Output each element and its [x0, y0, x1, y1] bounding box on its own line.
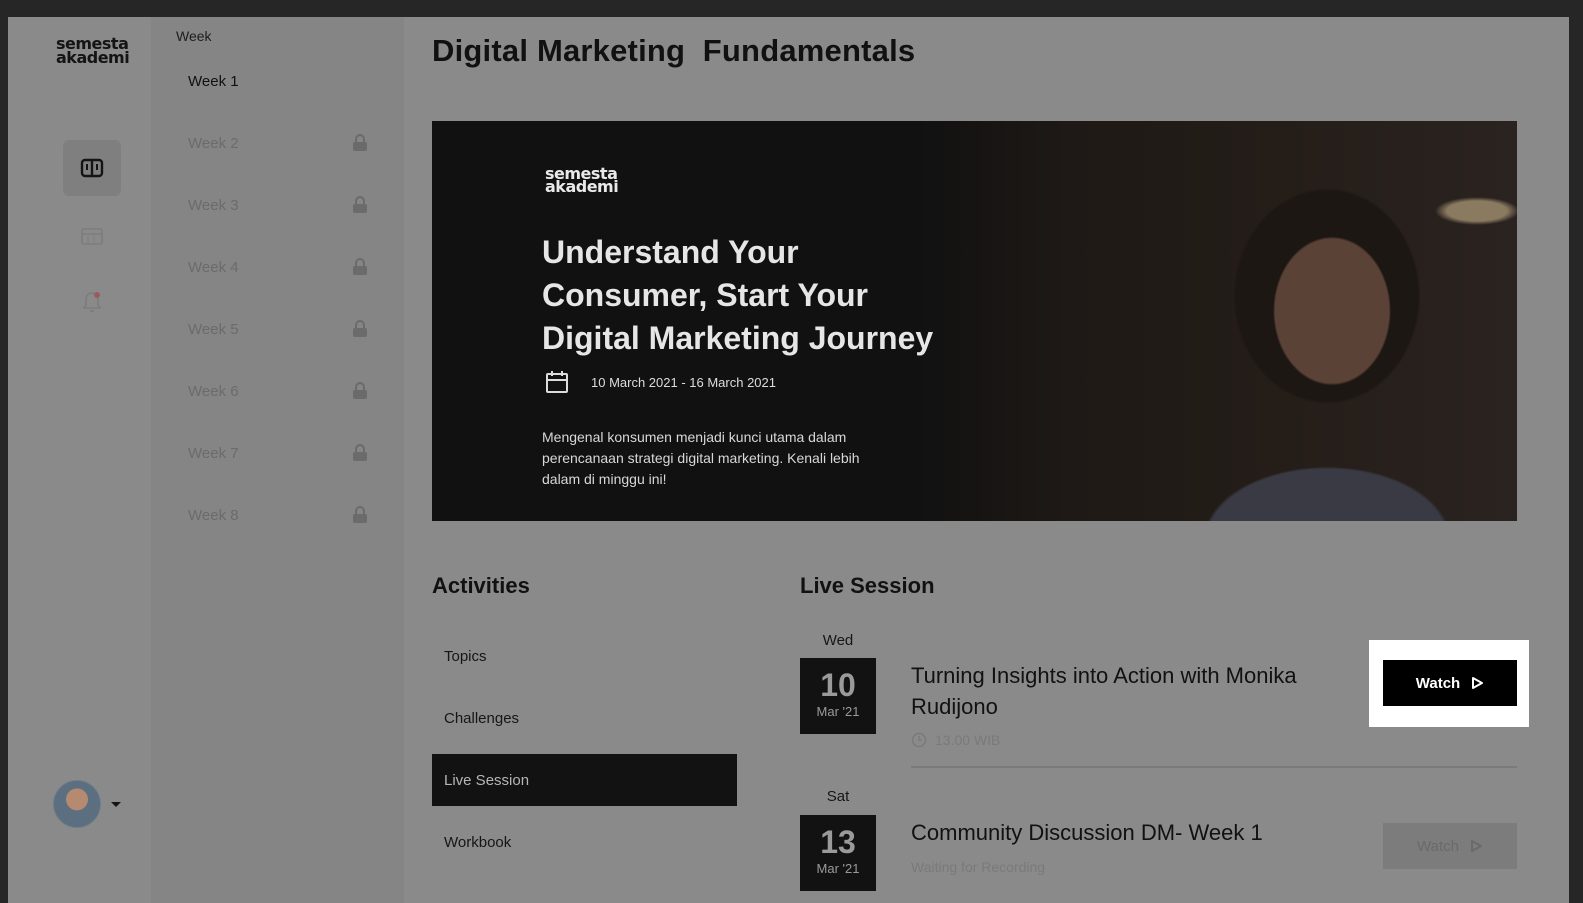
week-item-2[interactable]: Week 2 [188, 131, 368, 155]
watch-button-label: Watch [1415, 674, 1461, 692]
book-icon [80, 158, 104, 178]
week-panel: Week Week 1 Week 2 Week 3 Week 4 Week 5 … [151, 17, 404, 903]
session-weekday: Sat [826, 788, 850, 805]
session-status: Waiting for Recording [911, 859, 1045, 875]
activity-workbook[interactable]: Workbook [432, 816, 737, 868]
play-icon [1470, 840, 1482, 852]
activities-heading: Activities [432, 573, 530, 598]
session-time: 13.00 WIB [911, 732, 1000, 748]
lock-icon [353, 134, 367, 151]
week-item-8[interactable]: Week 8 [188, 503, 368, 527]
lock-icon [353, 196, 367, 213]
week-label: Week 4 [188, 258, 239, 276]
watch-button[interactable]: Watch [1383, 660, 1517, 706]
session-month: Mar '21 [816, 861, 860, 876]
session-time-text: 13.00 WIB [935, 732, 1001, 748]
session-date-box: 10 Mar '21 [800, 658, 876, 734]
session-title: Community Discussion DM- Week 1 [911, 820, 1263, 845]
session-title: Turning Insights into Action with Monika… [911, 663, 1297, 719]
hero-banner: semesta akademi Understand Your Consumer… [432, 121, 1517, 521]
chevron-down-icon [111, 801, 121, 807]
week-label: Week 3 [188, 196, 239, 214]
courses-nav-button[interactable] [63, 140, 121, 196]
banner-logo-line-2: akademi [545, 177, 619, 196]
session-divider [911, 766, 1517, 768]
week-item-3[interactable]: Week 3 [188, 193, 368, 217]
week-panel-title: Week [176, 28, 212, 44]
account-menu[interactable] [53, 780, 121, 828]
logo-line-2: akademi [56, 48, 130, 67]
notifications-nav-button[interactable] [63, 273, 121, 329]
banner-headline: Understand Your Consumer, Start Your Dig… [542, 234, 934, 356]
play-icon [1472, 677, 1484, 689]
calendar-icon [546, 371, 568, 393]
calendar-icon [81, 228, 103, 245]
session-month: Mar '21 [816, 704, 860, 719]
week-item-7[interactable]: Week 7 [188, 441, 368, 465]
app-window: semesta akademi Week Week 1 Week 2 Week … [8, 17, 1569, 903]
lock-icon [353, 258, 367, 275]
banner-logo: semesta akademi [545, 166, 619, 196]
week-label: Week 2 [188, 134, 239, 152]
lock-icon [353, 444, 367, 461]
activity-challenges[interactable]: Challenges [432, 692, 737, 744]
activity-live-session[interactable]: Live Session [432, 754, 737, 806]
watch-button-disabled[interactable]: Watch [1383, 823, 1517, 869]
avatar [53, 780, 101, 828]
lock-icon [353, 320, 367, 337]
week-item-6[interactable]: Week 6 [188, 379, 368, 403]
lock-icon [353, 382, 367, 399]
week-label: Week 5 [188, 320, 239, 338]
clock-icon [911, 732, 927, 748]
week-label: Week 1 [188, 72, 239, 90]
activity-topics[interactable]: Topics [432, 630, 737, 682]
session-status-text: Waiting for Recording [911, 859, 1046, 875]
session-day: 13 [820, 824, 856, 860]
week-item-4[interactable]: Week 4 [188, 255, 368, 279]
session-weekday: Wed [822, 632, 854, 649]
banner-date-range: 10 March 2021 - 16 March 2021 [591, 374, 776, 390]
week-label: Week 7 [188, 444, 239, 462]
lock-icon [353, 506, 367, 523]
calendar-nav-button[interactable] [63, 208, 121, 264]
icon-rail: semesta akademi [8, 17, 151, 903]
week-label: Week 6 [188, 382, 239, 400]
session-date-box: 13 Mar '21 [800, 815, 876, 891]
session-day: 10 [820, 667, 856, 703]
week-item-1[interactable]: Week 1 [188, 69, 368, 93]
banner-description: Mengenal konsumen menjadi kunci utama da… [542, 429, 860, 487]
banner-date: 10 March 2021 - 16 March 2021 [545, 370, 776, 394]
bell-icon [82, 292, 102, 312]
brand-logo[interactable]: semesta akademi [56, 36, 130, 67]
hero-photo [917, 121, 1517, 521]
week-label: Week 8 [188, 506, 239, 524]
live-session-heading: Live Session [800, 573, 935, 598]
week-item-5[interactable]: Week 5 [188, 317, 368, 341]
watch-button-label: Watch [1417, 837, 1459, 855]
page-title: Digital Marketing Fundamentals [432, 33, 916, 68]
